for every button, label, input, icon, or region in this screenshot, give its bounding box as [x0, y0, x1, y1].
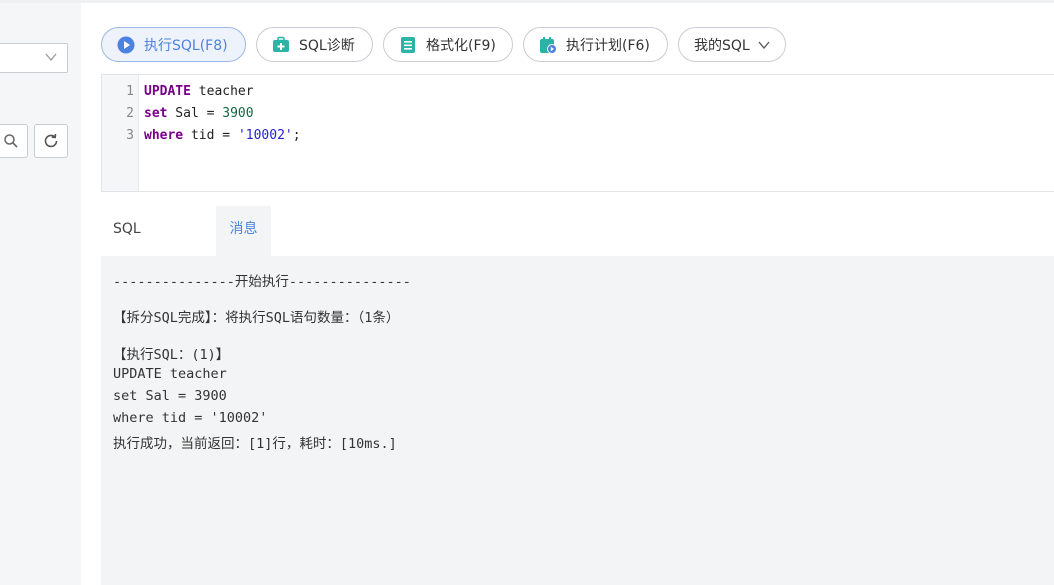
line-number: 3 [126, 128, 134, 143]
code-line[interactable]: where tid = '10002'; [144, 128, 301, 143]
sql-text: tid = [183, 128, 238, 143]
sql-text: Sal = [167, 106, 223, 121]
message-line: set Sal = 3900 [113, 388, 227, 404]
sql-keyword: UPDATE [144, 84, 191, 99]
format-button[interactable]: 格式化(F9) [383, 27, 513, 62]
sql-number: 3900 [222, 106, 254, 121]
sql-diagnose-label: SQL诊断 [299, 37, 355, 54]
search-button[interactable] [0, 124, 28, 158]
code-line[interactable]: set Sal = 3900 [144, 106, 254, 121]
format-label: 格式化(F9) [426, 37, 496, 54]
tab-sql-history[interactable]: SQL执行记录 [101, 206, 153, 421]
tab-messages[interactable]: 消息 [216, 206, 271, 256]
message-line: UPDATE teacher [113, 366, 227, 382]
left-panel [0, 3, 81, 585]
sql-text: teacher [190, 84, 254, 99]
execution-plan-label: 执行计划(F6) [566, 37, 650, 54]
message-panel: ---------------开始执行--------------- 【拆分SQ… [101, 256, 1054, 585]
calendar-play-icon [539, 36, 557, 54]
database-select[interactable] [0, 43, 68, 73]
line-number-gutter: 1 2 3 [102, 75, 139, 191]
play-icon [117, 36, 135, 54]
execution-plan-button[interactable]: 执行计划(F6) [523, 27, 668, 62]
sql-text: ; [292, 128, 301, 143]
document-icon [399, 36, 417, 54]
sql-keyword: set [144, 106, 168, 121]
code-line[interactable]: UPDATE teacher [144, 84, 254, 99]
run-sql-button[interactable]: 执行SQL(F8) [101, 27, 246, 62]
refresh-button[interactable] [34, 124, 68, 158]
search-icon [4, 134, 18, 148]
message-line: 【拆分SQL完成】：将执行SQL语句数量：（1条） [113, 310, 400, 326]
line-number: 2 [126, 106, 134, 121]
chevron-down-icon [758, 41, 770, 49]
sql-diagnose-button[interactable]: SQL诊断 [256, 27, 373, 62]
run-sql-label: 执行SQL(F8) [144, 37, 228, 54]
top-border [0, 0, 1054, 3]
medkit-icon [272, 36, 290, 54]
message-line: 【执行SQL：(1)】 [113, 347, 230, 363]
refresh-icon [44, 133, 58, 148]
message-line: ---------------开始执行--------------- [113, 274, 411, 290]
message-line: 执行成功，当前返回：[1]行，耗时：[10ms.] [113, 436, 397, 452]
sql-string: '10002' [237, 128, 293, 143]
my-sql-label: 我的SQL [694, 37, 750, 54]
chevron-down-icon [45, 53, 57, 62]
message-line: where tid = '10002' [113, 410, 268, 426]
sql-keyword: where [144, 128, 184, 143]
sql-editor[interactable]: 1 2 3 UPDATE teacher set Sal = 3900 wher… [101, 74, 1054, 192]
my-sql-dropdown[interactable]: 我的SQL [678, 27, 786, 62]
line-number: 1 [126, 84, 134, 99]
